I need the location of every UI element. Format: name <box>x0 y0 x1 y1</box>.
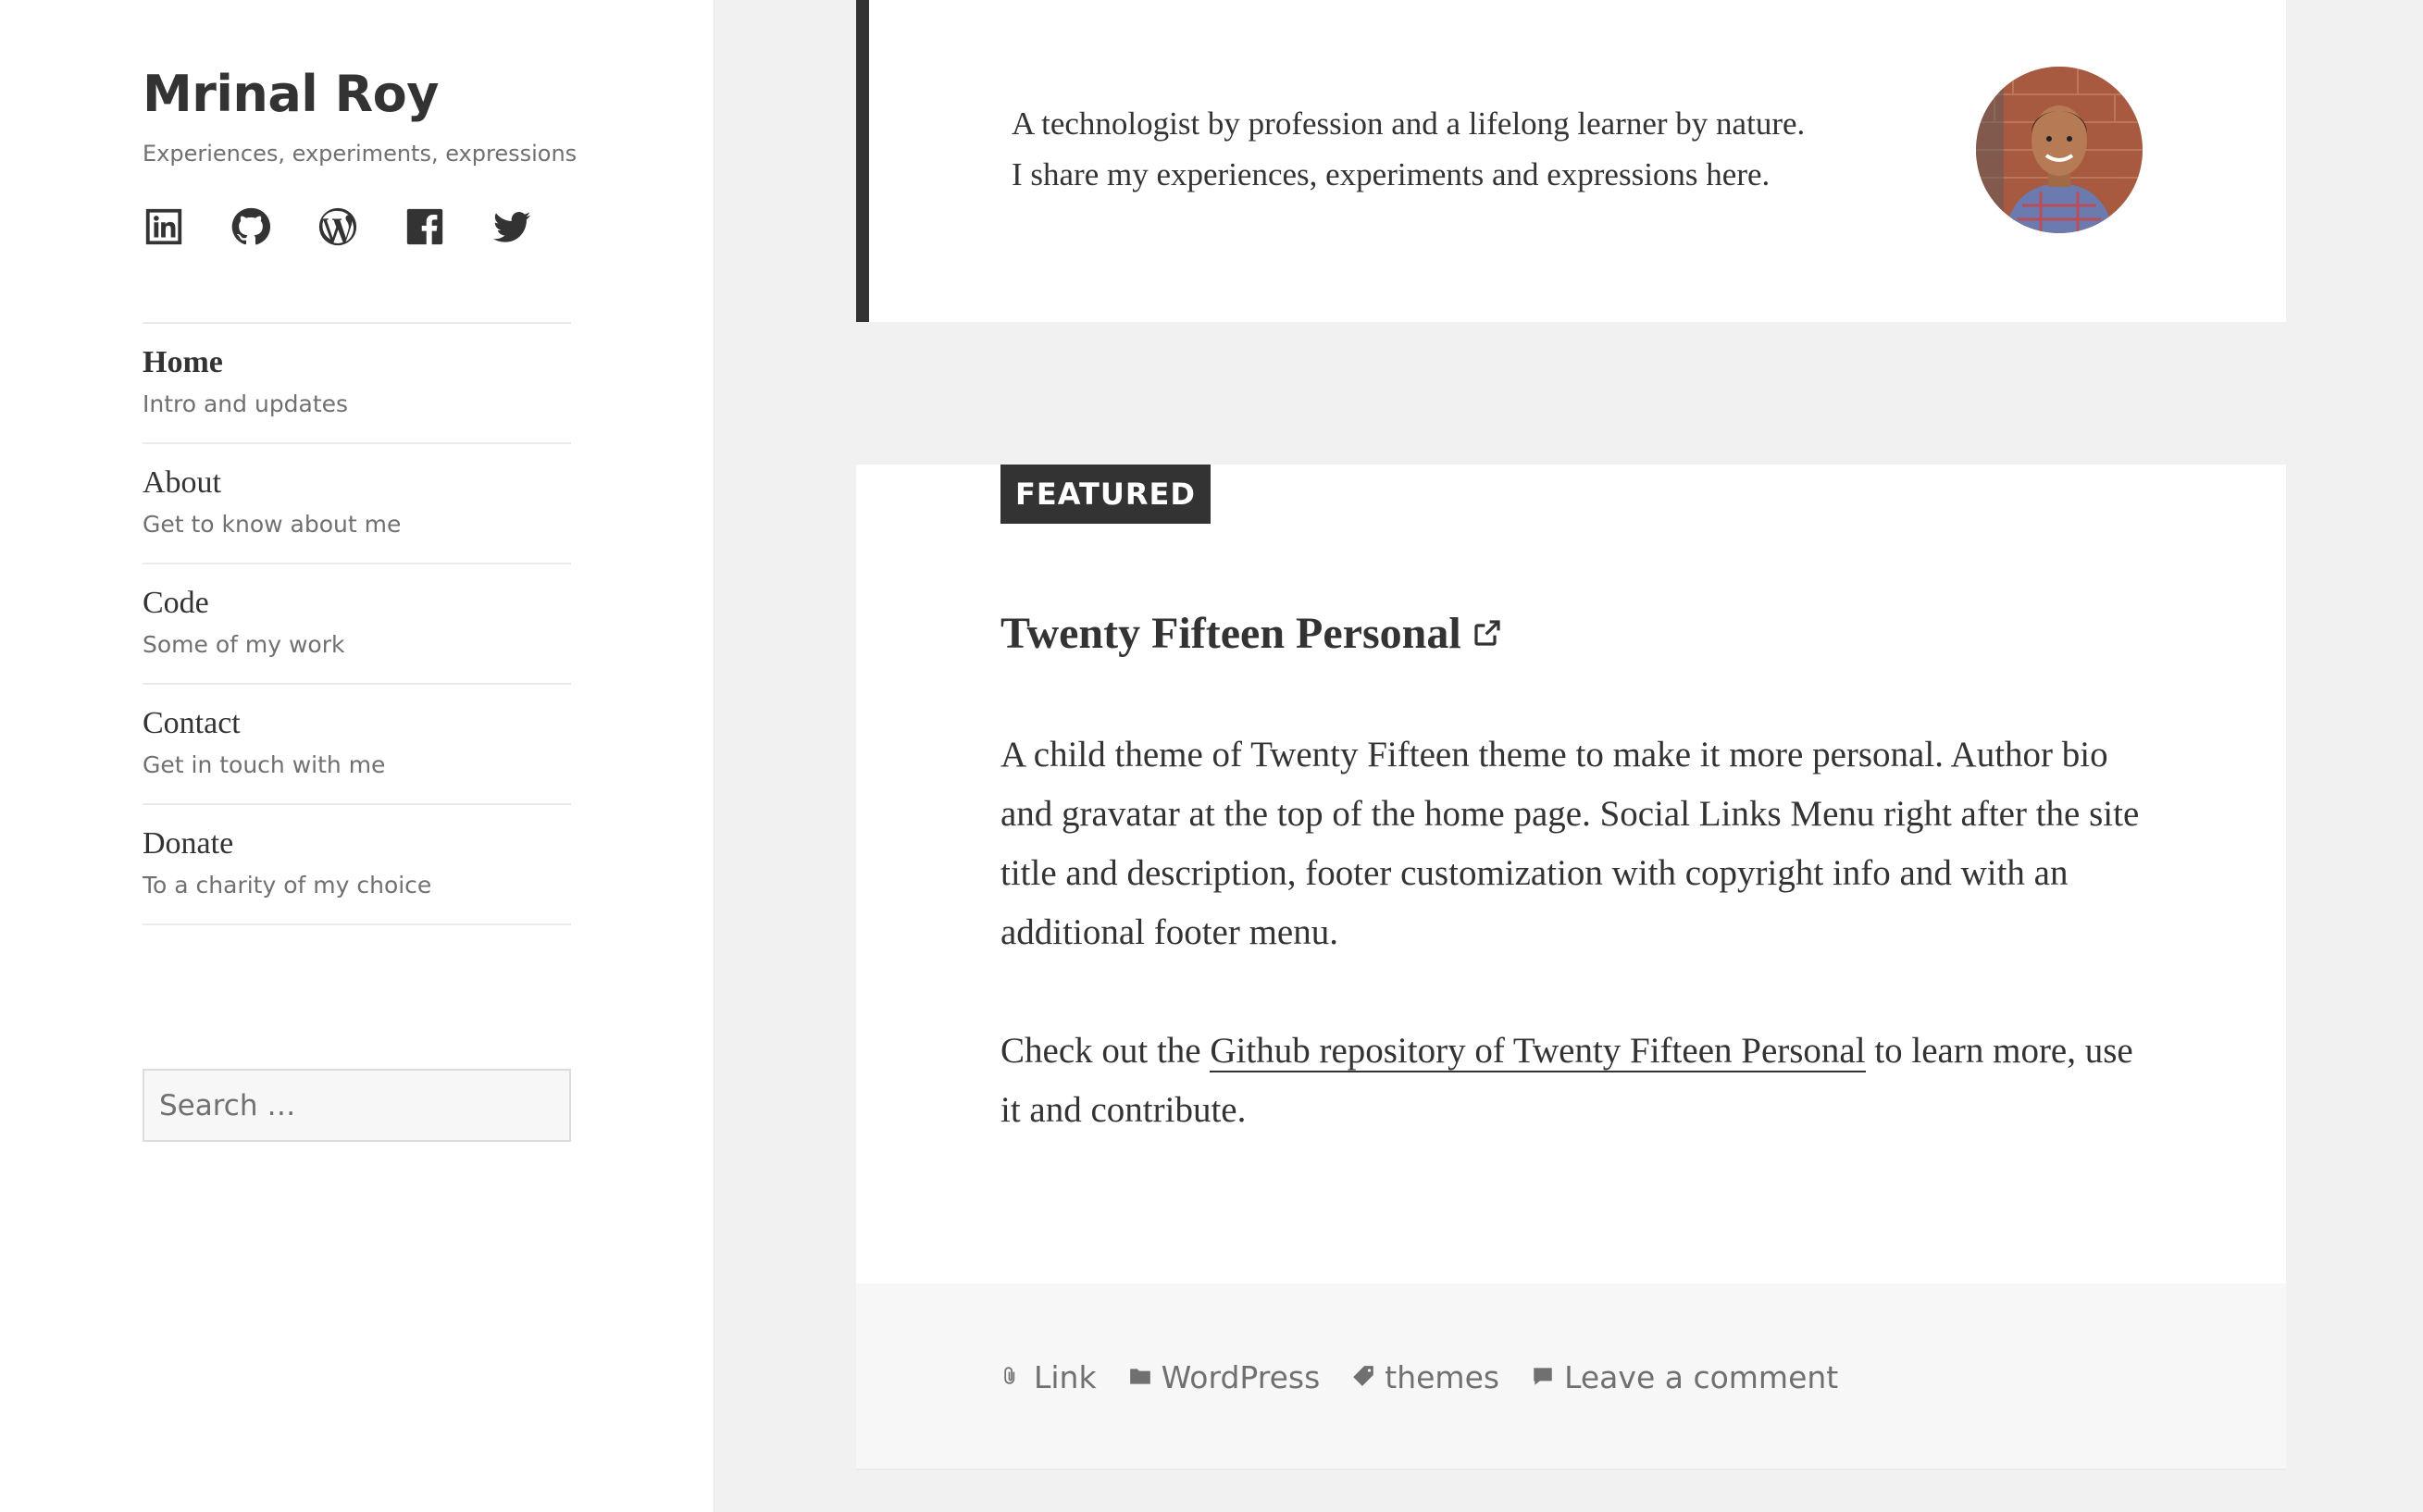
github-icon[interactable] <box>230 205 272 248</box>
menu-item-label: Home <box>143 345 223 379</box>
bio-line-1: A technologist by profession and a lifel… <box>1012 105 1806 142</box>
featured-post: FEATURED Twenty Fifteen Personal A child… <box>856 465 2286 1470</box>
menu-item-label: Code <box>143 586 209 620</box>
wordpress-icon[interactable] <box>317 205 359 248</box>
site-title[interactable]: Mrinal Roy <box>143 65 439 123</box>
menu-item-code[interactable]: Code Some of my work <box>143 564 571 685</box>
menu-item-donate[interactable]: Donate To a charity of my choice <box>143 805 571 925</box>
menu-item-label: Donate <box>143 826 234 861</box>
post-meta: Link WordPress themes Leave a comment <box>1000 1359 1838 1395</box>
post-title-link[interactable]: Twenty Fifteen Personal <box>1000 608 1502 659</box>
paragraph-text: Check out the <box>1000 1031 1211 1071</box>
comment-icon <box>1531 1359 1555 1395</box>
comments-label: Leave a comment <box>1564 1359 1839 1395</box>
category-link[interactable]: WordPress <box>1128 1359 1321 1395</box>
main-menu: Home Intro and updates About Get to know… <box>143 322 571 925</box>
author-bio: A technologist by profession and a lifel… <box>856 0 2286 322</box>
menu-item-description: Some of my work <box>143 631 345 658</box>
tag-label: themes <box>1385 1359 1500 1395</box>
menu-item-description: To a charity of my choice <box>143 872 432 899</box>
menu-item-label: Contact <box>143 706 241 740</box>
category-label: WordPress <box>1161 1359 1321 1395</box>
sidebar: Mrinal Roy Experiences, experiments, exp… <box>0 0 714 1512</box>
post-content: A child theme of Twenty Fifteen theme to… <box>1000 725 2157 1140</box>
menu-item-about[interactable]: About Get to know about me <box>143 444 571 564</box>
paperclip-icon <box>1000 1359 1025 1395</box>
comments-link[interactable]: Leave a comment <box>1531 1359 1838 1395</box>
menu-item-description: Intro and updates <box>143 390 349 417</box>
post-paragraph: A child theme of Twenty Fifteen theme to… <box>1000 735 2140 952</box>
menu-item-contact[interactable]: Contact Get in touch with me <box>143 685 571 805</box>
menu-item-label: About <box>143 465 221 500</box>
social-links <box>143 205 533 248</box>
tag-link[interactable]: themes <box>1351 1359 1499 1395</box>
post-format-label: Link <box>1034 1359 1097 1395</box>
menu-item-description: Get to know about me <box>143 511 402 538</box>
bio-line-2: I share my experiences, experiments and … <box>1012 156 1771 192</box>
avatar <box>1976 67 2143 233</box>
post-format-link[interactable]: Link <box>1000 1359 1097 1395</box>
bio-text: A technologist by profession and a lifel… <box>1012 98 1937 200</box>
post-footer: Link WordPress themes Leave a comment <box>856 1283 2286 1470</box>
menu-item-home[interactable]: Home Intro and updates <box>143 324 571 444</box>
post-title: Twenty Fifteen Personal <box>1000 609 1461 658</box>
external-link-icon <box>1472 608 1502 659</box>
folder-icon <box>1128 1359 1152 1395</box>
linkedin-icon[interactable] <box>143 205 185 248</box>
featured-badge: FEATURED <box>1000 465 1211 524</box>
search-input[interactable] <box>143 1069 571 1142</box>
site-description: Experiences, experiments, expressions <box>143 141 578 167</box>
github-repo-link[interactable]: Github repository of Twenty Fifteen Pers… <box>1210 1031 1866 1072</box>
tag-icon <box>1351 1359 1375 1395</box>
menu-item-description: Get in touch with me <box>143 751 386 778</box>
post-paragraph: Check out the Github repository of Twent… <box>1000 1022 2157 1140</box>
twitter-icon[interactable] <box>491 205 533 248</box>
facebook-icon[interactable] <box>404 205 446 248</box>
